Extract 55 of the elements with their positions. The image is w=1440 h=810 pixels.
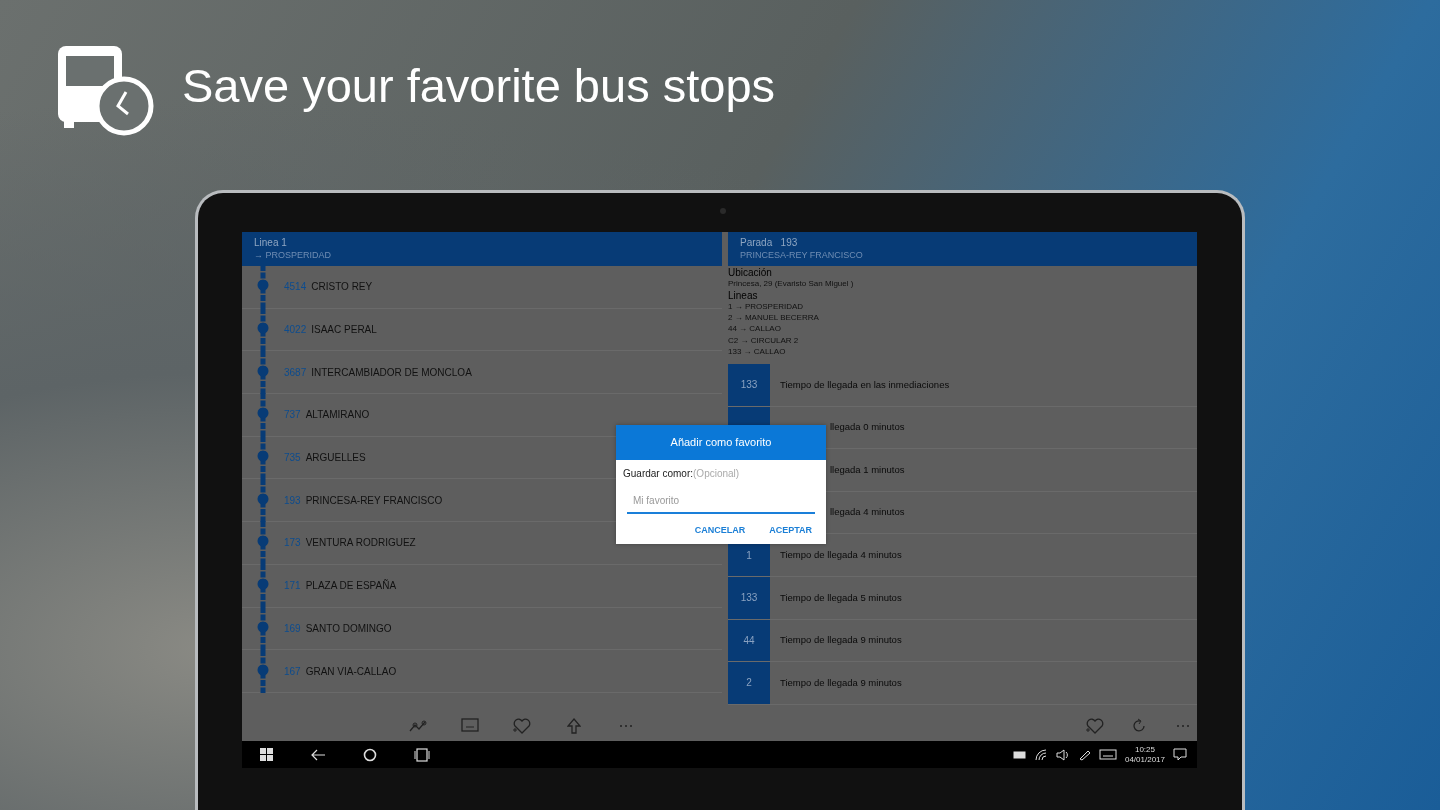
line-entry: C2 → CIRCULAR 2	[728, 334, 800, 347]
arrival-text: llegada 1 minutos	[829, 462, 905, 477]
route-stop-drawing	[257, 308, 269, 352]
stop-item[interactable]: 737 ALTAMIRANO	[284, 407, 370, 423]
stop-item[interactable]: 4022 ISAAC PERAL	[284, 322, 377, 338]
stop-name: PRINCESA-REY FRANCISCO	[740, 249, 864, 262]
route-stop-drawing	[257, 436, 269, 480]
route-stop-drawing	[257, 649, 269, 693]
stop-item[interactable]: 3687 INTERCAMBIADOR DE MONCLOA	[284, 364, 472, 380]
arrival-text: Tiempo de llegada 9 minutos	[780, 675, 902, 690]
arrival-text: Tiempo de llegada 5 minutos	[780, 590, 902, 605]
pen-icon	[1077, 748, 1091, 761]
arrival-text: llegada 0 minutos	[829, 420, 905, 435]
arrival-text: llegada 4 minutos	[829, 505, 905, 520]
route-stop-drawing	[257, 521, 269, 565]
line-entry: 44 → CALLAO	[728, 323, 782, 335]
optional-hint: (Opcional)	[693, 467, 740, 481]
line-badge: 2	[728, 662, 770, 704]
bus-clock-icon	[56, 44, 154, 136]
line-entry: 1 → PROSPERIDAD	[728, 300, 805, 313]
section-label: Ubicación	[728, 267, 773, 279]
line-title: Linea 1	[254, 236, 288, 249]
keyboard-icon	[1098, 749, 1117, 760]
route-stop-drawing	[257, 606, 269, 650]
arrival-text: Tiempo de llegada 4 minutos	[780, 548, 902, 563]
arrival-text: Tiempo de llegada en las inmediaciones	[780, 377, 950, 392]
route-stop-drawing	[257, 393, 269, 437]
line-badge: 44	[728, 619, 770, 662]
stop-title: Parada 193	[740, 236, 799, 249]
stop-item[interactable]: 735 ARGUELLES	[284, 450, 366, 466]
stop-item[interactable]: 4514 CRISTO REY	[284, 279, 373, 295]
line-direction: → PROSPERIDAD	[254, 249, 332, 262]
stop-item[interactable]: 173 VENTURA RODRIGUEZ	[284, 535, 416, 551]
line-badge: 133	[728, 364, 770, 406]
stop-item[interactable]: 167 GRAN VIA-CALLAO	[284, 663, 397, 679]
field-label: Guardar comor:	[623, 467, 694, 481]
dialog-title: Añadir como favorito	[616, 425, 826, 460]
stop-item[interactable]: 169 SANTO DOMINGO	[284, 620, 392, 636]
route-stop-drawing	[257, 564, 269, 608]
line-entry: 133 → CALLAO	[728, 346, 787, 358]
clock-date: 04/01/2017	[1124, 754, 1165, 765]
volume-icon	[1055, 748, 1070, 761]
stop-item[interactable]: 193 PRINCESA-REY FRANCISCO	[284, 492, 443, 508]
arrival-text: Tiempo de llegada 9 minutos	[780, 633, 902, 648]
section-label: Lineas	[728, 289, 759, 301]
route-stop-drawing	[257, 350, 269, 394]
notification-icon[interactable]	[1173, 748, 1187, 761]
line-badge: 133	[728, 576, 770, 619]
route-stop-drawing	[257, 478, 269, 522]
camera-icon	[720, 208, 726, 214]
battery-icon	[1012, 750, 1027, 759]
wifi-icon	[1034, 748, 1048, 761]
clock-time: 10:25	[1133, 744, 1156, 755]
stop-address: Princesa, 29 (Evaristo San Miguel )	[728, 278, 855, 290]
stop-item[interactable]: 171 PLAZA DE ESPAÑA	[284, 578, 397, 594]
